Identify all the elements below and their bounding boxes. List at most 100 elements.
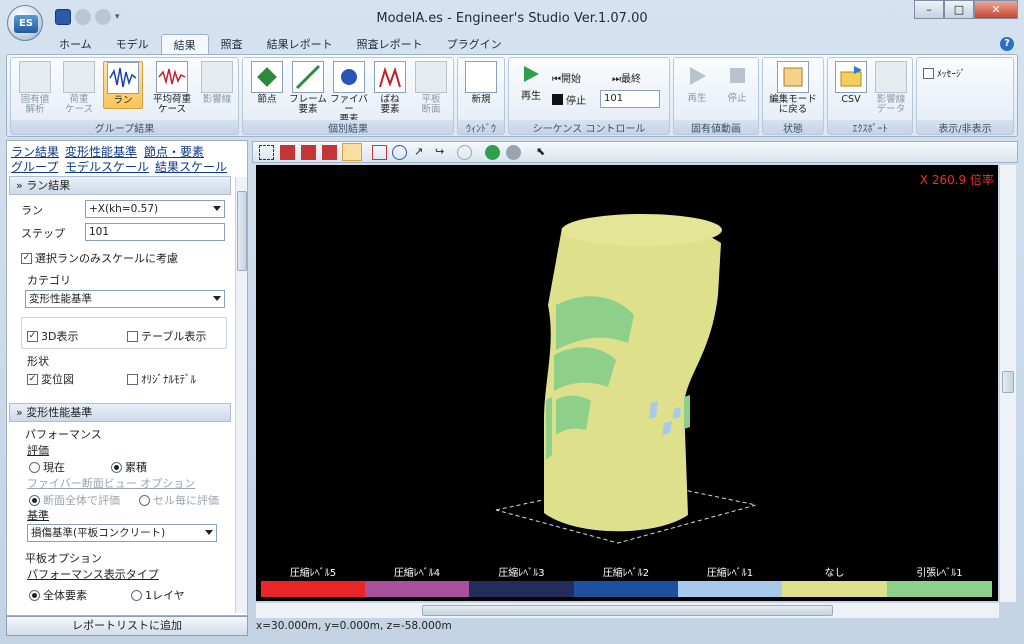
- group-label: 固有値動画: [674, 120, 758, 135]
- run-icon: [107, 62, 139, 94]
- eigen-analysis-button[interactable]: 固有値 解析: [15, 61, 55, 115]
- play-icon: [690, 67, 706, 85]
- eigen-play-button[interactable]: 再生: [677, 61, 717, 104]
- tab-result[interactable]: 結果: [160, 34, 209, 54]
- view-cube-1-icon[interactable]: [280, 145, 295, 160]
- average-load-case-button[interactable]: 平均荷重 ケース: [149, 61, 195, 115]
- step-label: ステップ: [21, 227, 65, 240]
- scrollbar-thumb[interactable]: [237, 191, 247, 271]
- last-button[interactable]: ⏭最終: [612, 70, 641, 85]
- new-window-icon: [465, 61, 497, 93]
- 3d-viewport[interactable]: X 260.9 倍率 圧縮ﾚﾍﾞﾙ5 圧縮ﾚﾍﾞﾙ4 圧縮ﾚﾍﾞﾙ3 圧縮ﾚﾍﾞ…: [256, 165, 998, 601]
- zoom-window-icon[interactable]: [372, 145, 387, 160]
- back-to-edit-button[interactable]: 編集モード に戻る: [767, 61, 819, 115]
- message-checkbox[interactable]: ﾒｯｾｰｼﾞ: [923, 66, 966, 80]
- step-spinner[interactable]: 101: [85, 223, 225, 241]
- zoom-out-icon[interactable]: [392, 145, 407, 160]
- category-label: カテゴリ: [27, 274, 71, 287]
- group-label: 個別結果: [243, 120, 453, 135]
- legend-item: 圧縮ﾚﾍﾞﾙ4: [365, 567, 469, 597]
- influence-data-icon: [875, 61, 907, 93]
- start-button[interactable]: ⏮開始: [552, 70, 581, 85]
- per-cell-radio[interactable]: セル毎に評価: [139, 492, 219, 508]
- fit-view-icon[interactable]: [259, 145, 274, 160]
- sequence-control-group: 再生 ⏮開始 ⏭最終 停止 101 シーケンス コントロール: [508, 57, 670, 135]
- tab-result-report[interactable]: 結果レポート: [255, 34, 345, 54]
- tab-check[interactable]: 照査: [209, 34, 255, 54]
- spring-element-button[interactable]: ばね 要素: [370, 61, 410, 115]
- eval-cumulative-radio[interactable]: 累積: [111, 459, 147, 475]
- viewport-vertical-scrollbar[interactable]: [999, 165, 1016, 602]
- link-group[interactable]: グループ: [11, 158, 58, 175]
- select-icon[interactable]: ⬉: [536, 145, 551, 160]
- help-icon[interactable]: ?: [1000, 37, 1014, 51]
- title-bar: ES ▾ ModelA.es - Engineer's Studio Ver.1…: [0, 0, 1024, 41]
- legend-item: 圧縮ﾚﾍﾞﾙ2: [574, 567, 678, 597]
- tab-plugin[interactable]: プラグイン: [435, 34, 514, 54]
- view-cube-2-icon[interactable]: [301, 145, 316, 160]
- link-result-scale[interactable]: 結果スケール: [155, 158, 227, 175]
- one-layer-radio[interactable]: 1レイヤ: [131, 587, 185, 603]
- minimize-button[interactable]: –: [914, 0, 944, 19]
- load-case-button[interactable]: 荷重 ケース: [59, 61, 99, 115]
- tab-home[interactable]: ホーム: [47, 34, 104, 54]
- fiber-element-button[interactable]: ファイバー 要素: [329, 61, 369, 125]
- legend-item: 圧縮ﾚﾍﾞﾙ1: [678, 567, 782, 597]
- forward-icon[interactable]: [506, 145, 521, 160]
- maximize-button[interactable]: □: [944, 0, 974, 19]
- perspective-view-icon[interactable]: [342, 143, 362, 161]
- eval-current-radio[interactable]: 現在: [29, 459, 65, 475]
- influence-data-button[interactable]: 影響線 データ: [871, 61, 911, 115]
- category-select[interactable]: 変形性能基準: [25, 290, 225, 308]
- scrollbar-thumb[interactable]: [422, 605, 833, 616]
- view-cube-3-icon[interactable]: [322, 145, 337, 160]
- add-to-report-list-button[interactable]: レポートリストに追加: [6, 616, 248, 636]
- center-icon[interactable]: [457, 145, 472, 160]
- legend-swatch: [782, 581, 887, 597]
- frame-element-button[interactable]: フレーム 要素: [288, 61, 328, 115]
- shape-label: 形状: [27, 355, 49, 368]
- plate-section-button[interactable]: 平板 断面: [411, 61, 451, 115]
- radio-dot: [29, 461, 40, 473]
- rotate-icon[interactable]: ↪: [435, 145, 450, 160]
- run-select[interactable]: +X(kh=0.57): [85, 200, 225, 218]
- criteria-select[interactable]: 損傷基準(平板コンクリート): [27, 524, 217, 542]
- run-result-section-header[interactable]: » ラン結果: [9, 176, 231, 195]
- 3d-display-checkbox[interactable]: ✓ 3D表示: [27, 328, 78, 344]
- deformed-pier-model: [495, 214, 757, 544]
- displacement-checkbox[interactable]: ✓ 変位図: [27, 371, 74, 387]
- table-display-checkbox[interactable]: テーブル表示: [127, 328, 206, 344]
- eigen-stop-button[interactable]: 停止: [717, 61, 757, 104]
- fiber-element-icon: [333, 61, 365, 93]
- new-window-button[interactable]: 新規: [461, 61, 501, 105]
- panel-scrollbar[interactable]: [235, 177, 247, 613]
- back-icon[interactable]: [485, 145, 500, 160]
- radio-dot: [29, 589, 40, 601]
- original-model-checkbox[interactable]: ｵﾘｼﾞﾅﾙﾓﾃﾞﾙ: [127, 371, 196, 387]
- checkbox-box: [127, 373, 138, 385]
- stop-button[interactable]: 停止: [552, 92, 586, 107]
- viewport-horizontal-scrollbar[interactable]: [256, 602, 999, 618]
- tab-check-report[interactable]: 照査レポート: [345, 34, 435, 54]
- all-elements-radio[interactable]: 全体要素: [29, 587, 87, 603]
- application-button[interactable]: ES: [7, 5, 43, 41]
- tab-model[interactable]: モデル: [104, 34, 161, 54]
- link-model-scale[interactable]: モデルスケール: [65, 158, 149, 175]
- group-label: シーケンス コントロール: [509, 120, 669, 135]
- deformation-criteria-section-header[interactable]: » 変形性能基準: [9, 403, 231, 422]
- group-label: ｴｸｽﾎﾟｰﾄ: [828, 120, 912, 135]
- run-button[interactable]: ラン: [103, 61, 143, 109]
- play-button[interactable]: 再生: [516, 64, 546, 102]
- scale-selected-run-checkbox[interactable]: ✓ 選択ランのみスケールに考慮: [21, 250, 178, 266]
- app-logo: ES: [14, 15, 38, 33]
- whole-section-radio[interactable]: 断面全体で評価: [29, 492, 120, 508]
- node-button[interactable]: 節点: [247, 61, 287, 105]
- pan-icon[interactable]: ↗: [414, 145, 429, 160]
- close-button[interactable]: ✕: [974, 0, 1018, 19]
- export-group: CSV 影響線 データ ｴｸｽﾎﾟｰﾄ: [827, 57, 913, 135]
- step-input[interactable]: 101: [600, 90, 660, 108]
- result-panel: ラン結果 変形性能基準 節点・要素 グループ モデルスケール 結果スケール » …: [6, 140, 248, 616]
- scrollbar-thumb[interactable]: [1002, 371, 1014, 393]
- csv-button[interactable]: CSV: [831, 61, 871, 105]
- influence-line-button[interactable]: 影響線: [197, 61, 237, 105]
